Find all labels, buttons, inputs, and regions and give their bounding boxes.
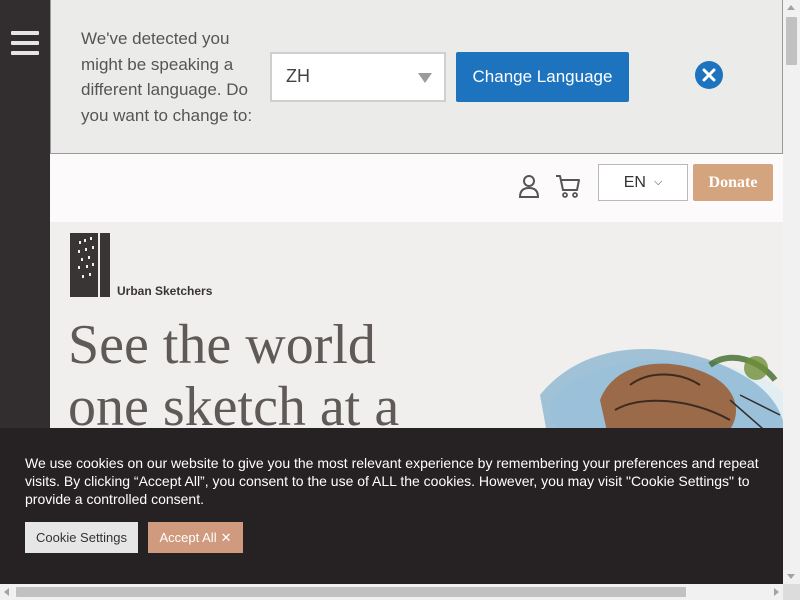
vertical-scrollbar[interactable] <box>783 0 800 584</box>
language-select-value: ZH <box>286 66 310 86</box>
vertical-scroll-thumb[interactable] <box>786 17 797 65</box>
chevron-down-icon: ⌵ <box>653 176 663 188</box>
close-icon[interactable] <box>695 61 723 89</box>
language-dropdown[interactable]: EN ⌵ <box>598 164 688 201</box>
cookie-settings-button[interactable]: Cookie Settings <box>25 522 138 553</box>
scroll-right-arrow-icon[interactable] <box>774 588 779 596</box>
scroll-left-arrow-icon[interactable] <box>4 588 9 596</box>
scroll-up-arrow-icon[interactable] <box>787 5 795 10</box>
horizontal-scroll-thumb[interactable] <box>16 587 686 597</box>
language-detection-banner: We've detected you might be speaking a d… <box>50 0 783 154</box>
logo-text: Urban Sketchers <box>117 284 213 298</box>
scroll-down-arrow-icon[interactable] <box>787 574 795 579</box>
language-select[interactable]: ZH <box>270 52 446 102</box>
close-icon: ✕ <box>220 529 232 545</box>
cookie-consent-banner: We use cookies on our website to give yo… <box>0 428 783 584</box>
header-utility-bar: EN ⌵ Donate <box>50 154 783 222</box>
language-banner-message: We've detected you might be speaking a d… <box>81 29 253 125</box>
cart-icon[interactable] <box>555 174 581 198</box>
dropdown-caret-icon <box>418 73 432 83</box>
language-dropdown-value: EN <box>623 173 646 191</box>
accept-all-button[interactable]: Accept All ✕ <box>148 522 243 553</box>
change-language-button[interactable]: Change Language <box>456 52 629 102</box>
donate-button[interactable]: Donate <box>693 164 773 201</box>
cookie-message: We use cookies on our website to give yo… <box>25 455 759 507</box>
accept-all-label: Accept All <box>159 530 217 545</box>
urban-sketchers-logo-icon[interactable] <box>70 233 110 297</box>
user-icon[interactable] <box>518 174 540 198</box>
scrollbar-corner <box>783 584 800 600</box>
hamburger-menu-icon[interactable] <box>11 31 39 57</box>
horizontal-scrollbar[interactable] <box>0 584 783 600</box>
